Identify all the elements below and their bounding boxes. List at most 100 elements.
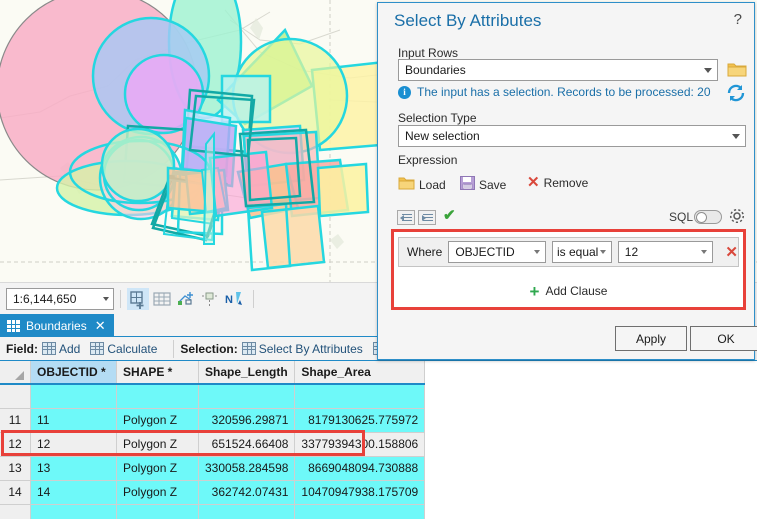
load-expression-button[interactable]: Load: [398, 176, 446, 193]
tab-label: Boundaries: [26, 318, 87, 333]
cell-objectid: [30, 384, 117, 409]
chevron-down-icon: [599, 250, 606, 254]
row-number: [0, 384, 31, 409]
info-message: The input has a selection. Records to be…: [417, 85, 711, 99]
sql-toggle-label: SQL: [669, 210, 694, 224]
expression-label: Expression: [398, 153, 458, 167]
help-icon[interactable]: ?: [734, 11, 742, 28]
selection-type-value: New selection: [405, 129, 480, 143]
chevron-down-icon: [103, 296, 109, 301]
add-field-button[interactable]: Add: [42, 342, 80, 356]
calculate-field-button[interactable]: Calculate: [90, 342, 157, 356]
column-header-objectid[interactable]: OBJECTID *: [30, 361, 117, 385]
cell-shape-length: [198, 384, 296, 409]
explore-navigate-icon[interactable]: N: [223, 288, 245, 310]
cell-objectid: [30, 504, 117, 519]
outdent-icon[interactable]: [397, 210, 415, 225]
select-by-attributes-icon: [241, 342, 256, 355]
measure-icon[interactable]: [199, 288, 221, 310]
table-row[interactable]: [0, 504, 426, 519]
input-rows-label: Input Rows: [398, 46, 459, 60]
input-rows-combobox[interactable]: Boundaries: [398, 59, 718, 81]
divider: [253, 289, 254, 308]
cell-shape: Polygon Z: [116, 456, 199, 481]
tab-boundaries[interactable]: Boundaries ✕: [0, 314, 114, 337]
cell-shape: [116, 504, 199, 519]
table-row[interactable]: [0, 384, 426, 409]
browse-folder-icon[interactable]: [727, 61, 747, 81]
select-by-location-icon[interactable]: [175, 288, 197, 310]
plus-icon: +: [529, 281, 540, 301]
table-row[interactable]: 11 11 Polygon Z 320596.29871 8179130625.…: [0, 408, 426, 433]
add-field-icon: [42, 342, 56, 355]
select-all-corner[interactable]: [0, 361, 31, 385]
column-header-shape-area[interactable]: Shape_Area: [294, 361, 426, 385]
row-number: 12: [0, 432, 31, 457]
sql-toggle[interactable]: [694, 210, 722, 224]
folder-icon: [398, 176, 415, 193]
save-disk-icon: [460, 176, 475, 193]
svg-text:N: N: [225, 294, 233, 306]
add-clause-button[interactable]: + Add Clause: [391, 278, 746, 304]
chevron-down-icon: [704, 67, 712, 73]
chevron-down-icon: [533, 250, 540, 254]
select-by-attributes-button[interactable]: Select By Attributes: [241, 342, 363, 356]
row-number: 14: [0, 480, 31, 505]
column-header-shape-length[interactable]: Shape_Length: [198, 361, 296, 385]
field-group-label: Field:: [6, 341, 38, 356]
clause-field-combobox[interactable]: OBJECTID: [448, 241, 546, 263]
selection-type-label: Selection Type: [398, 111, 477, 125]
gear-icon[interactable]: [728, 207, 746, 228]
input-selection-info: i The input has a selection. Records to …: [398, 85, 711, 99]
refresh-icon[interactable]: [726, 84, 746, 105]
apply-button[interactable]: Apply: [615, 326, 687, 351]
cell-shape: Polygon Z: [116, 480, 199, 505]
sql-toggle-knob: [696, 212, 707, 223]
divider: [173, 339, 175, 358]
cell-shape-area: 33779394300.158806: [294, 432, 426, 457]
clause-field-value: OBJECTID: [455, 245, 515, 259]
cell-shape-area: 8669048094.730888: [294, 456, 426, 481]
validate-check-icon[interactable]: ✔: [443, 208, 456, 223]
attribute-table[interactable]: OBJECTID * SHAPE * Shape_Length Shape_Ar…: [0, 361, 757, 519]
clause-operator-combobox[interactable]: is equal: [551, 241, 612, 263]
selection-type-combobox[interactable]: New selection: [398, 125, 746, 147]
clause-operator-value: is equal: [556, 245, 599, 259]
cell-objectid: 11: [30, 408, 117, 433]
table-row[interactable]: 14 14 Polygon Z 362742.07431 10470947938…: [0, 480, 426, 505]
ok-button[interactable]: OK: [690, 326, 757, 351]
dialog-title: Select By Attributes: [394, 11, 542, 30]
close-icon[interactable]: ✕: [95, 319, 106, 332]
cell-shape-length: 320596.29871: [198, 408, 296, 433]
row-number: 13: [0, 456, 31, 481]
select-by-attributes-grid-icon[interactable]: [151, 288, 173, 310]
cell-shape-length: [198, 504, 296, 519]
table-row-selected[interactable]: 12 12 Polygon Z 651524.66408 33779394300…: [0, 432, 426, 457]
map-scale-combobox[interactable]: 1:6,144,650: [6, 287, 114, 310]
where-label: Where: [407, 245, 443, 259]
cell-shape-area: 8179130625.775972: [294, 408, 426, 433]
load-label: Load: [419, 177, 446, 192]
corner-triangle-icon: [15, 371, 24, 380]
remove-clause-icon[interactable]: ✕: [725, 245, 738, 260]
remove-expression-button[interactable]: ✕ Remove: [527, 175, 588, 190]
cell-shape-area: 10470947938.175709: [294, 480, 426, 505]
save-expression-button[interactable]: Save: [460, 176, 506, 193]
selection-group-label: Selection:: [180, 341, 238, 356]
column-header-shape[interactable]: SHAPE *: [116, 361, 199, 385]
app-window: 1:6,144,650 N Boundaries ✕ Field: Add Ca…: [0, 0, 757, 519]
table-grid-icon: [7, 319, 20, 332]
info-icon: i: [398, 85, 411, 99]
cell-shape: [116, 384, 199, 409]
divider: [120, 289, 121, 308]
row-number: [0, 504, 31, 519]
chevron-down-icon: [701, 250, 708, 254]
add-clause-label: Add Clause: [545, 284, 608, 298]
add-field-label: Add: [59, 341, 81, 356]
select-features-icon[interactable]: [127, 287, 149, 310]
calculate-field-icon: [90, 342, 105, 355]
indent-icon[interactable]: [418, 210, 436, 225]
table-row[interactable]: 13 13 Polygon Z 330058.284598 8669048094…: [0, 456, 426, 481]
cell-shape-length: 362742.07431: [198, 480, 296, 505]
clause-operand-combobox[interactable]: 12: [617, 241, 714, 263]
